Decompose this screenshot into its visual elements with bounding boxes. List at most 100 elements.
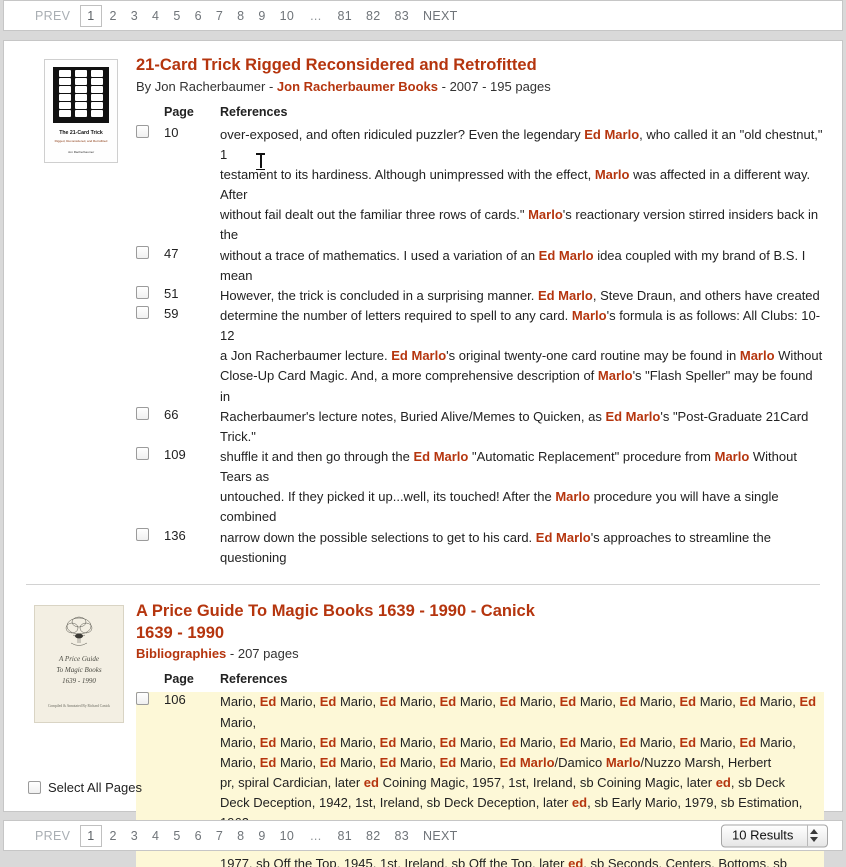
byline-category-link[interactable]: Bibliographies xyxy=(136,646,226,661)
book-cover-thumbnail[interactable]: A Price Guide To Magic Books 1639 - 1990… xyxy=(34,604,124,723)
snippet-text: Mario, xyxy=(636,694,680,710)
result-byline: Bibliographies - 207 pages xyxy=(136,646,824,661)
reference-snippet: Mario, Ed Mario, Ed Mario, Ed Mario, Ed … xyxy=(220,692,824,733)
select-all-checkbox[interactable] xyxy=(28,781,41,794)
pagination-next-top[interactable]: NEXT xyxy=(416,7,465,25)
reference-row: 47 without a trace of mathematics. I used… xyxy=(136,245,824,286)
result-title-link[interactable]: 21-Card Trick Rigged Reconsidered and Re… xyxy=(136,55,824,77)
result-title-link[interactable]: A Price Guide To Magic Books 1639 - 1990… xyxy=(136,601,824,645)
reference-checkbox[interactable] xyxy=(136,527,149,541)
pagination-page-2-top[interactable]: 2 xyxy=(103,7,124,25)
reference-row: testament to its hardiness. Although uni… xyxy=(136,165,824,205)
pagination-page-4-bottom[interactable]: 4 xyxy=(145,827,166,845)
search-term-highlight: Ed xyxy=(319,734,337,750)
reference-row: 59 determine the number of letters requir… xyxy=(136,306,824,346)
reference-checkbox[interactable] xyxy=(136,245,149,259)
pagination-page-1-bottom[interactable]: 1 xyxy=(80,824,102,847)
pagination-prev-top[interactable]: PREV xyxy=(26,7,79,25)
reference-checkbox-cell xyxy=(136,853,164,867)
search-term-highlight: Ed Marlo xyxy=(535,529,591,545)
pagination-prev-bottom[interactable]: PREV xyxy=(26,827,79,845)
reference-row: a Jon Racherbaumer lecture. Ed Marlo's o… xyxy=(136,346,824,366)
search-term-highlight: Marlo xyxy=(597,368,633,384)
search-term-highlight: Ed xyxy=(319,694,337,710)
search-term-highlight: Marlo xyxy=(528,207,563,223)
reference-page-number: 106 xyxy=(164,692,220,733)
reference-checkbox-cell xyxy=(136,205,164,245)
reference-page-number xyxy=(164,366,220,406)
snippet-text: Mario, xyxy=(756,694,800,710)
snippet-text: untouched. If they picked it up...well, … xyxy=(220,489,556,505)
pagination-page-5-bottom[interactable]: 5 xyxy=(166,827,187,845)
search-term-highlight: Ed xyxy=(379,694,397,710)
pagination-page-8-top[interactable]: 8 xyxy=(230,7,251,25)
pagination-page-81-bottom[interactable]: 81 xyxy=(330,827,359,845)
reference-row: 1977, sb Off the Top, 1945, 1st, Ireland… xyxy=(136,853,824,867)
reference-checkbox-cell xyxy=(136,245,164,286)
reference-checkbox[interactable] xyxy=(136,406,149,420)
reference-page-number: 109 xyxy=(164,447,186,463)
pagination-page-10-bottom[interactable]: 10 xyxy=(273,827,302,845)
pagination-page-9-bottom[interactable]: 9 xyxy=(251,827,272,845)
pagination-page-8-bottom[interactable]: 8 xyxy=(230,827,251,845)
search-term-highlight: Ed xyxy=(679,734,697,750)
reference-snippet: over-exposed, and often ridiculed puzzle… xyxy=(220,125,824,165)
reference-checkbox[interactable] xyxy=(136,692,149,706)
cover-title-line2: To Magic Books xyxy=(56,665,102,674)
reference-checkbox[interactable] xyxy=(136,306,149,320)
byline-publisher-link[interactable]: Jon Racherbaumer Books xyxy=(277,79,438,94)
pagination-page-6-top[interactable]: 6 xyxy=(188,7,209,25)
reference-snippet: a Jon Racherbaumer lecture. Ed Marlo's o… xyxy=(220,346,824,366)
pagination-page-4-top[interactable]: 4 xyxy=(145,7,166,25)
pagination-page-5-top[interactable]: 5 xyxy=(166,7,187,25)
snippet-text: Mario, xyxy=(516,734,560,750)
pagination-ellipsis-bottom: ... xyxy=(310,828,322,843)
pagination-page-82-top[interactable]: 82 xyxy=(359,7,388,25)
reference-snippet: testament to its hardiness. Although uni… xyxy=(220,165,824,205)
pagination-page-3-top[interactable]: 3 xyxy=(124,7,145,25)
result-title-line1: A Price Guide To Magic Books 1639 - 1990… xyxy=(136,601,535,620)
snippet-text: Racherbaumer's lecture notes, Buried Ali… xyxy=(220,408,606,424)
select-all-label[interactable]: Select All Pages xyxy=(48,780,142,795)
pagination-page-83-top[interactable]: 83 xyxy=(388,7,417,25)
pagination-page-1-top[interactable]: 1 xyxy=(80,4,102,27)
table-header-row: Page References xyxy=(136,672,824,692)
pagination-page-6-bottom[interactable]: 6 xyxy=(188,827,209,845)
pagination-page-7-top[interactable]: 7 xyxy=(209,7,230,25)
book-cover-thumbnail[interactable]: The 21-Card Trick Rigged, Reconsidered, … xyxy=(44,59,118,163)
reference-row: 66 Racherbaumer's lecture notes, Buried A… xyxy=(136,406,824,447)
reference-checkbox[interactable] xyxy=(136,447,149,461)
snippet-text: Mario, xyxy=(456,694,500,710)
pagination-page-81-top[interactable]: 81 xyxy=(330,7,359,25)
result-title-line2: 1639 - 1990 xyxy=(136,623,225,642)
reference-checkbox[interactable] xyxy=(136,124,149,138)
reference-page-number xyxy=(164,732,220,753)
reference-row: 106 Mario, Ed Mario, Ed Mario, Ed Mario, … xyxy=(136,692,824,733)
pagination-page-83-bottom[interactable]: 83 xyxy=(388,827,417,845)
pagination-page-7-bottom[interactable]: 7 xyxy=(209,827,230,845)
snippet-text: Close-Up Card Magic. And, a more compreh… xyxy=(220,368,598,384)
reference-checkbox-cell xyxy=(136,306,164,346)
reference-checkbox[interactable] xyxy=(136,285,149,299)
pagination-page-3-bottom[interactable]: 3 xyxy=(124,827,145,845)
reference-snippet: untouched. If they picked it up...well, … xyxy=(220,487,824,527)
search-term-highlight: Ed xyxy=(559,734,577,750)
reference-snippet: Racherbaumer's lecture notes, Buried Ali… xyxy=(220,407,824,447)
search-term-highlight: Ed xyxy=(739,734,757,750)
pagination-page-9-top[interactable]: 9 xyxy=(251,7,272,25)
pagination-page-82-bottom[interactable]: 82 xyxy=(359,827,388,845)
search-term-highlight: Marlo xyxy=(714,449,750,465)
snippet-text: determine the number of letters required… xyxy=(220,308,572,324)
pagination-page-2-bottom[interactable]: 2 xyxy=(103,827,124,845)
pagination-bottom: PREV 1 2 3 4 5 6 7 8 9 10... 81 82 83 NEXT 10 Results… xyxy=(3,820,843,851)
header-references: References xyxy=(220,672,288,687)
search-term-highlight: Ed Marlo xyxy=(605,408,661,424)
search-term-highlight: Ed xyxy=(799,694,817,710)
snippet-text: Mario, xyxy=(516,694,560,710)
result-body: 21-Card Trick Rigged Reconsidered and Re… xyxy=(134,55,824,568)
results-per-page-select[interactable]: 10 Results20 Results50 Results100 Result… xyxy=(721,824,828,847)
reference-checkbox-cell xyxy=(136,447,164,487)
pagination-next-bottom[interactable]: NEXT xyxy=(416,827,465,845)
snippet-text: Mario, xyxy=(696,734,740,750)
pagination-page-10-top[interactable]: 10 xyxy=(273,7,302,25)
